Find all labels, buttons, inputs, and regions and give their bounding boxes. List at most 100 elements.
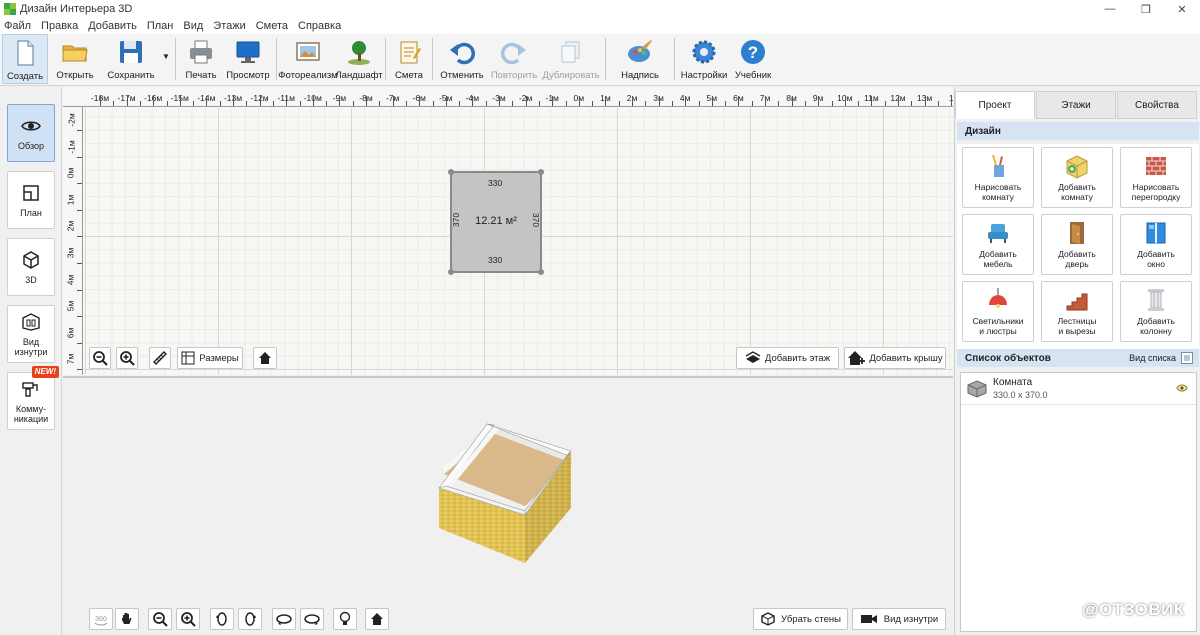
dimensions-button[interactable]: Размеры	[177, 347, 243, 369]
restore-button[interactable]: ❐	[1128, 0, 1164, 18]
window-title: Дизайн Интерьера 3D	[20, 3, 133, 15]
tab-properties[interactable]: Свойства	[1117, 91, 1197, 119]
save-dropdown-button[interactable]: ▼	[160, 34, 172, 84]
rotate-360-icon: 360	[94, 616, 108, 626]
tutorial-button[interactable]: ? Учебник	[730, 34, 776, 84]
add-column-button[interactable]: Добавить колонну	[1120, 281, 1192, 342]
open-button[interactable]: Открыть	[48, 34, 102, 84]
light-bulb-icon	[339, 611, 351, 625]
view-3d-button[interactable]: 3D	[7, 238, 55, 296]
zoom-in-button[interactable]	[116, 347, 138, 369]
lighting-button[interactable]	[333, 608, 357, 630]
remove-walls-button[interactable]: Убрать стены	[753, 608, 848, 630]
ruler-tick	[485, 101, 487, 106]
menu-estimate[interactable]: Смета	[256, 20, 288, 32]
ruler-tick	[153, 96, 155, 106]
view-3d-toolbar: 360 Убрать стены Вид изнутри	[63, 605, 953, 635]
close-button[interactable]: ✕	[1164, 0, 1200, 18]
menu-edit[interactable]: Правка	[41, 20, 78, 32]
plan-button[interactable]: План	[7, 171, 55, 229]
zoom-in-3d-button[interactable]	[176, 608, 200, 630]
redo-button[interactable]: Повторить	[488, 34, 540, 84]
list-item[interactable]: Комната 330.0 x 370.0	[961, 373, 1196, 405]
pan-hand-button[interactable]	[115, 608, 139, 630]
minimize-button[interactable]: —	[1092, 0, 1128, 18]
menu-file[interactable]: Файл	[4, 20, 31, 32]
plan-2d-view[interactable]: -18м-17м-16м-15м-14м-13м-12м-11м-10м-9м-…	[63, 87, 953, 375]
overview-button[interactable]: Обзор	[7, 104, 55, 162]
view-3d[interactable]: 360 Убрать стены Вид изнутри	[63, 376, 953, 635]
ruler-tick	[77, 342, 82, 344]
ruler-tick	[751, 101, 753, 106]
add-furniture-button[interactable]: Добавить мебель	[962, 214, 1034, 275]
room-3d-model[interactable]	[63, 378, 953, 606]
zoom-out-button[interactable]	[89, 347, 111, 369]
undo-button[interactable]: Отменить	[436, 34, 488, 84]
add-roof-button[interactable]: Добавить крышу	[844, 347, 946, 369]
room-corner-handle[interactable]	[538, 169, 544, 175]
add-room-button[interactable]: Добавить комнату	[1041, 147, 1113, 208]
inside-view-3d-button[interactable]: Вид изнутри	[852, 608, 946, 630]
menu-add[interactable]: Добавить	[88, 20, 137, 32]
duplicate-button[interactable]: Дублировать	[540, 34, 602, 84]
ruler-tick	[326, 101, 328, 106]
tab-floors[interactable]: Этажи	[1036, 91, 1116, 119]
measure-button[interactable]	[149, 347, 171, 369]
home-3d-button[interactable]	[365, 608, 389, 630]
zoom-out-3d-button[interactable]	[148, 608, 172, 630]
preview-button[interactable]: Просмотр	[223, 34, 273, 84]
add-door-button[interactable]: Добавить дверь	[1041, 214, 1113, 275]
stairs-button[interactable]: Лестницы и вырезы	[1041, 281, 1113, 342]
tilt-down-button[interactable]	[300, 608, 324, 630]
ruler-tick	[405, 101, 407, 106]
inside-view-button[interactable]: Вид изнутри	[7, 305, 55, 363]
ruler-tick	[871, 96, 873, 106]
tab-project[interactable]: Проект	[955, 91, 1035, 119]
label-button[interactable]: Надпись	[609, 34, 671, 84]
estimate-button[interactable]: Смета	[389, 34, 429, 84]
list-view-icon	[1181, 352, 1193, 364]
ruler-tick	[100, 96, 101, 106]
design-section-header: Дизайн	[957, 122, 1199, 140]
folder-icon	[62, 45, 88, 62]
room-corner-handle[interactable]	[538, 269, 544, 275]
menu-view[interactable]: Вид	[183, 20, 203, 32]
settings-button[interactable]: Настройки	[678, 34, 730, 84]
rotate-360-button[interactable]: 360	[89, 608, 113, 630]
tilt-up-button[interactable]	[272, 608, 296, 630]
home-view-button[interactable]	[253, 347, 277, 369]
rotate-left-button[interactable]	[210, 608, 234, 630]
ruler-tick	[179, 96, 181, 106]
ruler-tick	[565, 101, 567, 106]
rotate-right-button[interactable]	[238, 608, 262, 630]
create-button[interactable]: Создать	[2, 34, 48, 84]
stairs-icon	[1066, 293, 1088, 311]
lighting-fixtures-button[interactable]: Светильники и люстры	[962, 281, 1034, 342]
menu-floors[interactable]: Этажи	[213, 20, 245, 32]
communications-button[interactable]: NEW! Комму- никации	[7, 366, 59, 430]
ruler-tick	[366, 96, 367, 106]
add-window-button[interactable]: Добавить окно	[1120, 214, 1192, 275]
menu-help[interactable]: Справка	[298, 20, 341, 32]
ruler-tick	[778, 101, 780, 106]
draw-partition-button[interactable]: Нарисовать перегородку	[1120, 147, 1192, 208]
room-corner-handle[interactable]	[448, 169, 454, 175]
room-box-icon	[1066, 155, 1088, 179]
ruler-tick	[286, 96, 288, 106]
print-button[interactable]: Печать	[179, 34, 223, 84]
ruler-left-label: 3м	[65, 247, 76, 259]
menu-plan[interactable]: План	[147, 20, 174, 32]
landscape-button[interactable]: Ландшафт	[335, 34, 383, 84]
photorealism-button[interactable]: Фотореализм	[278, 34, 338, 84]
save-button[interactable]: Сохранить	[102, 34, 160, 84]
visibility-eye-icon[interactable]	[1176, 383, 1188, 393]
draw-room-button[interactable]: Нарисовать комнату	[962, 147, 1034, 208]
watermark-logo: @ОТЗОВИК	[1082, 600, 1185, 619]
ruler-tick	[432, 101, 434, 106]
ruler-tick	[911, 101, 913, 106]
list-view-toggle[interactable]: Вид списка	[1129, 352, 1193, 364]
left-panel: Обзор План 3D Вид изнутри NEW! Комму- ни…	[0, 87, 62, 635]
room-corner-handle[interactable]	[448, 269, 454, 275]
room-2d[interactable]: 330 330 370 370 12.21 м²	[448, 169, 544, 275]
add-floor-button[interactable]: Добавить этаж	[736, 347, 839, 369]
